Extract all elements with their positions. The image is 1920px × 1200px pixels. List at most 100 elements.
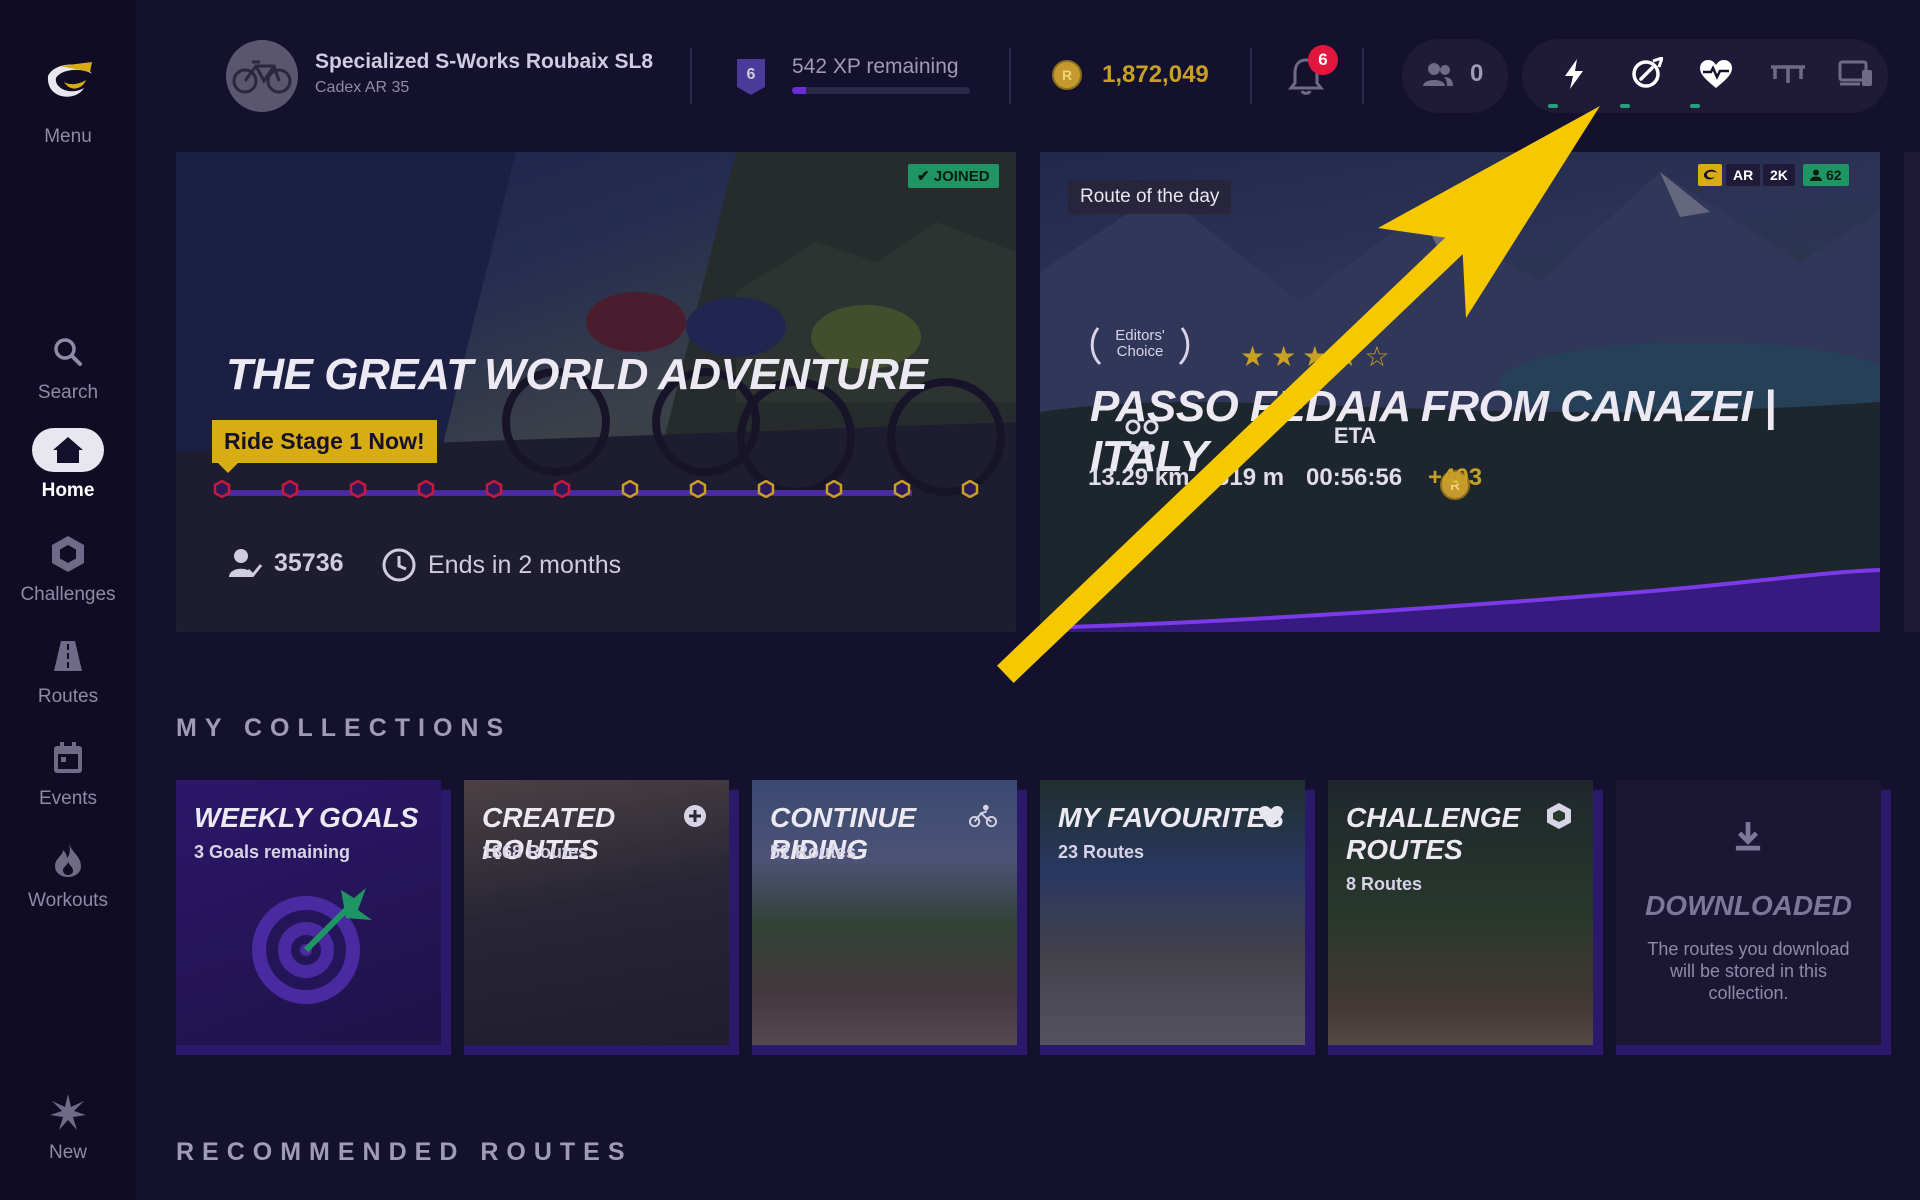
nav-events[interactable]: Events [0,736,136,822]
nav-search-label: Search [37,382,99,403]
collection-subtitle: 1868 Routes [482,842,589,862]
route-distance: 13.29 km [1088,464,1190,491]
route-title: PASSO FEDAIA FROM CANAZEI | ITALY [1090,382,1776,481]
cyclist-icon [969,802,997,830]
top-bar: Specialized S-Works Roubaix SL8 Cadex AR… [136,0,1920,150]
collection-subtitle: 8 Routes [1346,874,1423,894]
rider-icon [1810,169,1822,181]
nav-challenges[interactable]: Challenges [0,532,136,618]
laurel-icon [1090,327,1190,366]
nav-challenges-label: Challenges [20,584,116,605]
collection-continue-riding[interactable]: CONTINUE RIDING 52 Routes [752,780,1017,1045]
bike-avatar[interactable] [226,40,298,112]
nav-routes[interactable]: Routes [0,634,136,720]
download-icon [1734,822,1762,851]
nav-home[interactable]: Home [0,428,136,514]
nav-search[interactable]: Search [0,330,136,416]
collection-challenge-routes[interactable]: CHALLENGE ROUTES 8 Routes [1328,780,1593,1045]
next-card-peek[interactable] [1904,152,1920,632]
heart-rate-sensor-status [1690,104,1700,108]
nav-events-label: Events [38,788,98,809]
power-sensor-status [1548,104,1558,108]
collections-heading: MY COLLECTIONS [176,714,512,742]
nav-new[interactable]: New [0,1090,136,1176]
collection-subtitle: The routes you download will be stored i… [1647,939,1850,1003]
challenge-card[interactable]: ✔ JOINED THE GREAT WORLD ADVENTURE Ride … [176,152,1016,632]
xp-progress-fill [792,87,807,94]
challenge-title: THE GREAT WORLD ADVENTURE [226,350,928,399]
riders-count: 62 [1826,167,1842,183]
2k-tag: 2K [1763,164,1795,186]
stage-marker[interactable] [281,480,299,498]
sparkle-icon [32,1090,104,1134]
route-eta: 00:56:56 [1306,464,1403,491]
coin-icon: R [1052,60,1082,90]
elevation-profile [1040,568,1880,632]
trainer-icon[interactable] [1768,54,1808,94]
stage-marker[interactable] [689,480,707,498]
collection-subtitle: 23 Routes [1058,842,1145,862]
stage-marker[interactable] [349,480,367,498]
menu-button[interactable]: Menu [0,126,136,148]
eta-icon: ETA [1333,423,1377,448]
nav-routes-label: Routes [37,686,99,707]
target-icon [252,888,372,1004]
xp-progress-bar [792,87,970,94]
divider [1250,48,1252,104]
participants-stat: 35736 [228,548,344,578]
hexagon-icon [1545,802,1573,830]
clock-icon [382,548,416,582]
stage-marker[interactable] [621,480,639,498]
power-sensor-icon[interactable] [1554,54,1594,94]
route-of-the-day-label: Route of the day [1068,180,1232,214]
heart-rate-sensor-icon[interactable] [1696,54,1736,94]
participants-icon [229,549,262,578]
devices-icon[interactable] [1836,54,1876,94]
distance-icon [1122,416,1162,456]
stage-marker[interactable] [961,480,979,498]
collection-title: CHALLENGE ROUTES [1346,802,1521,865]
collection-downloaded[interactable]: DOWNLOADED The routes you download will … [1616,780,1881,1045]
bike-wheels: Cadex AR 35 [315,79,410,96]
bike-name[interactable]: Specialized S-Works Roubaix SL8 [315,50,653,74]
collection-created-routes[interactable]: CREATED ROUTES 1868 Routes [464,780,729,1045]
level-number: 6 [746,66,756,83]
collection-my-favourites[interactable]: MY FAVOURITES 23 Routes [1040,780,1305,1045]
sidebar: Menu Search Home Challenges Routes Event… [0,0,136,1200]
collection-title: DOWNLOADED [1645,890,1852,921]
collection-title: MY FAVOURITES [1058,802,1285,833]
divider [690,48,692,104]
stage-marker[interactable] [213,480,231,498]
stage-marker[interactable] [485,480,503,498]
stage-marker[interactable] [757,480,775,498]
recommended-heading: RECOMMENDED ROUTES [176,1138,633,1166]
ride-stage-button[interactable]: Ride Stage 1 Now! [212,420,437,473]
collection-title: WEEKLY GOALS [194,802,419,833]
editors-choice-badge: Editors' Choice [1090,327,1190,366]
collection-weekly-goals[interactable]: WEEKLY GOALS 3 Goals remaining [176,780,441,1045]
cadence-sensor-status [1620,104,1630,108]
ends-stat: Ends in 2 months [382,548,621,582]
app-logo-icon[interactable] [40,58,96,106]
zwift-logo-icon [1698,164,1722,186]
friends-button[interactable] [1402,39,1508,113]
stage-marker[interactable] [893,480,911,498]
road-icon [32,634,104,678]
search-icon [32,330,104,374]
stage-marker[interactable] [553,480,571,498]
notification-badge: 6 [1308,45,1338,75]
riders-tag: 62 [1803,164,1849,186]
add-icon[interactable] [681,802,709,830]
nav-workouts[interactable]: Workouts [0,838,136,924]
route-of-the-day-card[interactable]: Route of the day AR 2K 62 Editors' Choic… [1040,152,1880,632]
divider [1009,48,1011,104]
stage-marker[interactable] [825,480,843,498]
collection-subtitle: 52 Routes [770,842,857,862]
friends-count: 0 [1470,60,1484,87]
home-icon [32,428,104,472]
coin-balance: 1,872,049 [1102,61,1209,88]
stage-marker[interactable] [417,480,435,498]
rating-stars: ★★★★☆ [1240,341,1396,372]
divider [1362,48,1364,104]
cadence-sensor-icon[interactable] [1626,54,1666,94]
